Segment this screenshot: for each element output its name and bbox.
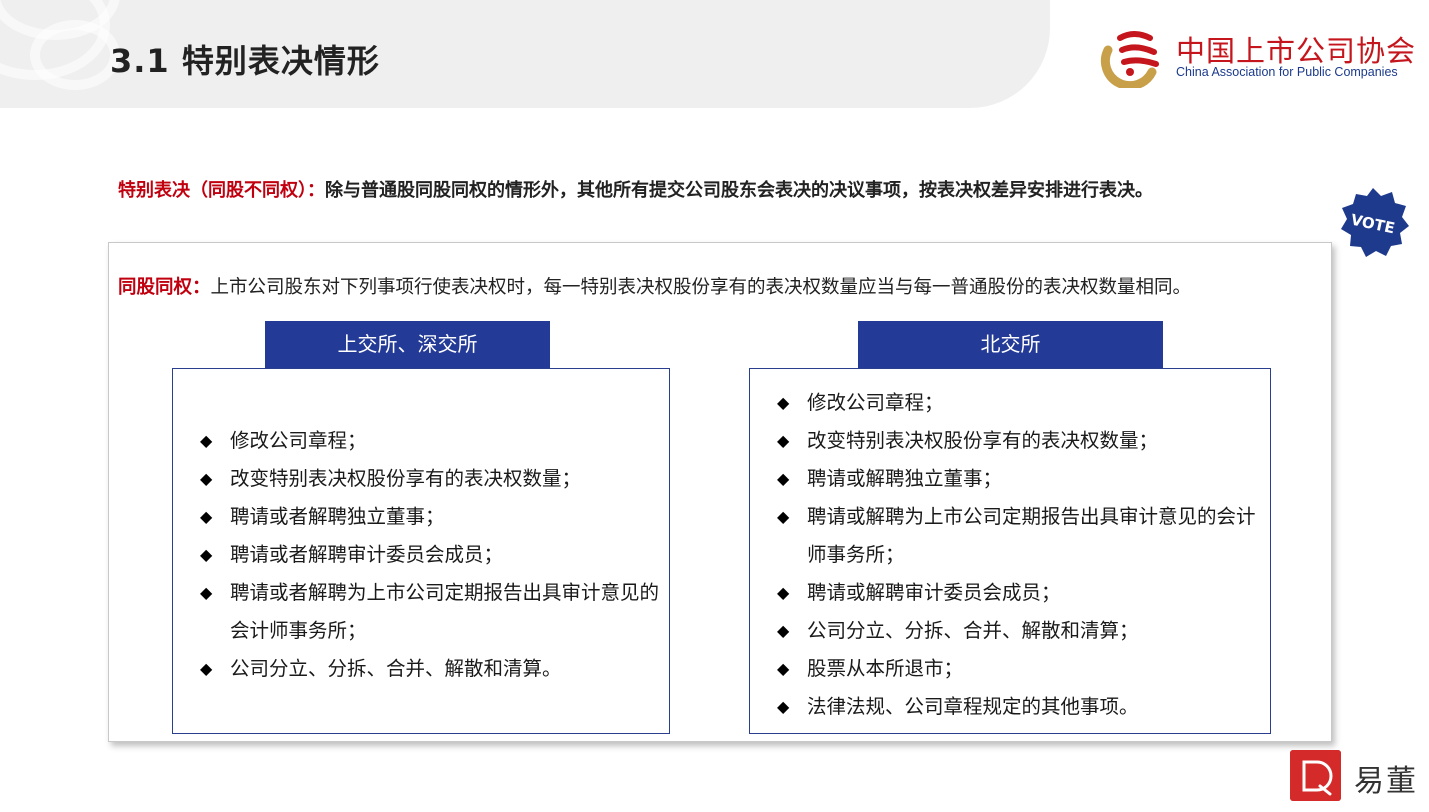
vote-badge-icon: VOTE <box>1341 188 1409 257</box>
list-item: ◆ 聘请或解聘为上市公司定期报告出具审计意见的会计师事务所； <box>777 498 1257 574</box>
list-item: ◆ 聘请或者解聘独立董事； <box>200 498 660 536</box>
diamond-bullet-icon: ◆ <box>777 393 790 412</box>
column-header-sse-szse: 上交所、深交所 <box>265 321 550 368</box>
diamond-bullet-icon: ◆ <box>200 545 213 564</box>
same-rights-label: 同股同权： <box>118 277 211 298</box>
item-list-sse-szse: ◆ 修改公司章程； ◆ 改变特别表决权股份享有的表决权数量； ◆ 聘请或者解聘独立董事… <box>200 422 660 688</box>
csrc-association-logo: 中国上市公司协会 China Association for Public Co… <box>1100 26 1415 88</box>
list-item: ◆ 改变特别表决权股份享有的表决权数量； <box>200 460 660 498</box>
association-emblem-icon <box>1100 31 1159 88</box>
special-voting-label: 特别表决（同股不同权）： <box>118 180 325 201</box>
slide: 3.1 特别表决情形 中国上市公司协会 China Association fo… <box>0 0 1429 812</box>
list-item: ◆ 聘请或解聘独立董事； <box>777 460 1257 498</box>
item-list-bse: ◆ 修改公司章程； ◆ 改变特别表决权股份享有的表决权数量； ◆ 聘请或解聘独立董事；… <box>777 384 1257 726</box>
list-item: ◆ 股票从本所退市； <box>777 650 1257 688</box>
diamond-bullet-icon: ◆ <box>200 583 213 602</box>
list-item: ◆ 聘请或者解聘审计委员会成员； <box>200 536 660 574</box>
diamond-bullet-icon: ◆ <box>777 697 790 716</box>
brand-name: 易董 <box>1354 764 1418 799</box>
diamond-bullet-icon: ◆ <box>200 431 213 450</box>
list-item: ◆ 公司分立、分拆、合并、解散和清算； <box>777 612 1257 650</box>
column-header-bse: 北交所 <box>858 321 1163 368</box>
diamond-bullet-icon: ◆ <box>200 507 213 526</box>
list-item: ◆ 公司分立、分拆、合并、解散和清算。 <box>200 650 660 688</box>
list-item: ◆ 法律法规、公司章程规定的其他事项。 <box>777 688 1257 726</box>
diamond-bullet-icon: ◆ <box>777 621 790 640</box>
diamond-bullet-icon: ◆ <box>777 507 790 526</box>
yidong-logo-icon <box>1290 750 1341 801</box>
diamond-bullet-icon: ◆ <box>777 431 790 450</box>
logo-chinese-name: 中国上市公司协会 <box>1176 34 1417 68</box>
list-item: ◆ 聘请或解聘审计委员会成员； <box>777 574 1257 612</box>
diamond-bullet-icon: ◆ <box>200 469 213 488</box>
logo-english-name: China Association for Public Companies <box>1176 65 1398 79</box>
special-voting-text: 除与普通股同股同权的情形外，其他所有提交公司股东会表决的决议事项，按表决权差异安… <box>325 180 1153 201</box>
decorative-swirl <box>30 20 120 90</box>
list-item: ◆ 聘请或者解聘为上市公司定期报告出具审计意见的会计师事务所； <box>200 574 660 650</box>
special-voting-definition: 特别表决（同股不同权）：除与普通股同股同权的情形外，其他所有提交公司股东会表决的… <box>118 176 1153 202</box>
list-item: ◆ 修改公司章程； <box>777 384 1257 422</box>
list-item: ◆ 改变特别表决权股份享有的表决权数量； <box>777 422 1257 460</box>
diamond-bullet-icon: ◆ <box>777 659 790 678</box>
diamond-bullet-icon: ◆ <box>200 659 213 678</box>
diamond-bullet-icon: ◆ <box>777 469 790 488</box>
diamond-bullet-icon: ◆ <box>777 583 790 602</box>
same-rights-statement: 同股同权：上市公司股东对下列事项行使表决权时，每一特别表决权股份享有的表决权数量… <box>118 273 1191 299</box>
same-rights-text: 上市公司股东对下列事项行使表决权时，每一特别表决权股份享有的表决权数量应当与每一… <box>210 277 1192 298</box>
list-item: ◆ 修改公司章程； <box>200 422 660 460</box>
yidong-brand: 易董 <box>1290 750 1429 802</box>
page-title: 3.1 特别表决情形 <box>110 42 380 80</box>
